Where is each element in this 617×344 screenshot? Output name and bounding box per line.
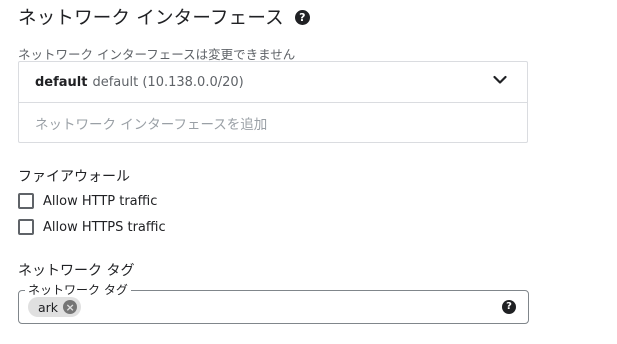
add-network-interface-button[interactable]: ネットワーク インターフェースを追加 (19, 103, 527, 143)
network-interface-name: default (35, 74, 88, 90)
help-icon[interactable]: ? (294, 9, 310, 25)
network-tags-heading: ネットワーク タグ (18, 263, 135, 279)
network-interface-detail: default (10.138.0.0/20) (92, 74, 244, 90)
help-icon[interactable]: ? (502, 300, 516, 314)
network-interface-item[interactable]: default default (10.138.0.0/20) (19, 62, 527, 103)
network-tags-input[interactable]: ネットワーク タグ ark × ? (18, 282, 529, 324)
chevron-down-icon[interactable] (493, 75, 507, 85)
page-title: ネットワーク インターフェース (18, 8, 284, 29)
network-interface-panel: default default (10.138.0.0/20) ネットワーク イ… (18, 61, 528, 143)
allow-https-checkbox[interactable] (18, 219, 34, 235)
cancel-icon[interactable]: × (63, 300, 78, 314)
allow-https-label: Allow HTTPS traffic (43, 219, 166, 235)
allow-http-label: Allow HTTP traffic (43, 193, 158, 209)
allow-http-checkbox[interactable] (18, 193, 34, 209)
allow-https-option[interactable]: Allow HTTPS traffic (18, 218, 166, 236)
allow-http-option[interactable]: Allow HTTP traffic (18, 192, 157, 210)
tag-chip[interactable]: ark × (28, 297, 82, 317)
tag-chip-label: ark (38, 299, 59, 315)
network-tags-field-label: ネットワーク タグ (25, 282, 131, 298)
network-interfaces-header: ネットワーク インターフェース ? (18, 4, 310, 30)
add-network-interface-label: ネットワーク インターフェースを追加 (35, 117, 268, 133)
firewall-heading: ファイアウォール (18, 169, 130, 185)
vm-network-settings: ネットワーク インターフェース ? ネットワーク インターフェースは変更できませ… (0, 0, 617, 344)
